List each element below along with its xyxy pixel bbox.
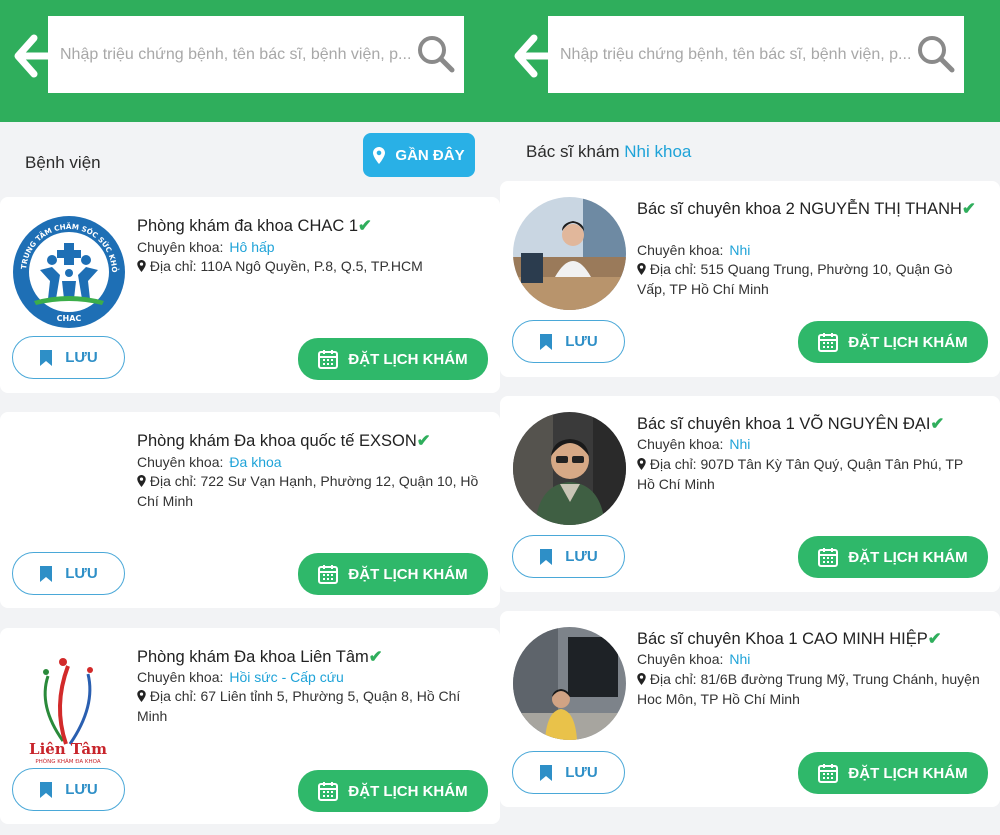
search-input[interactable]: [60, 38, 410, 72]
hospital-card[interactable]: Phòng khám Đa khoa quốc tế EXSON✔ Chuyên…: [0, 412, 500, 608]
save-button[interactable]: LƯU: [12, 552, 125, 595]
top-bar: [0, 0, 500, 122]
specialty-row: Chuyên khoa: Nhi: [637, 436, 751, 452]
verified-check-icon: ✔: [368, 648, 383, 666]
bookmark-icon: [540, 548, 553, 565]
specialty-row: Chuyên khoa: Hồi sức - Cấp cứu: [137, 669, 344, 685]
back-arrow-icon[interactable]: [10, 32, 52, 80]
specialty-row: Chuyên khoa: Nhi: [637, 651, 751, 667]
bookmark-icon: [40, 349, 53, 366]
svg-text:CHAC: CHAC: [57, 314, 82, 323]
verified-check-icon: ✔: [961, 200, 976, 218]
verified-check-icon: ✔: [930, 415, 945, 433]
hospital-card[interactable]: TRUNG TÂM CHĂM SÓC SỨC KHỎE CỘNG ĐỒNG CH…: [0, 197, 500, 393]
doctor-name: Bác sĩ chuyên khoa 1 VÕ NGUYÊN ĐẠI✔: [637, 415, 945, 433]
specialty-row: Chuyên khoa: Đa khoa: [137, 454, 282, 470]
doctor-avatar: [513, 412, 626, 525]
chac-logo: TRUNG TÂM CHĂM SÓC SỨC KHỎE CỘNG ĐỒNG CH…: [12, 215, 125, 328]
svg-text:Liên Tâm: Liên Tâm: [29, 740, 107, 758]
nearby-button-label: GẦN ĐÂY: [395, 146, 465, 164]
section-title: Bác sĩ khám Nhi khoa: [526, 142, 692, 161]
save-button[interactable]: LƯU: [12, 336, 125, 379]
book-appointment-button[interactable]: ĐẶT LỊCH KHÁM: [298, 770, 488, 812]
book-appointment-button[interactable]: ĐẶT LỊCH KHÁM: [298, 553, 488, 595]
back-arrow-icon[interactable]: [510, 32, 552, 80]
book-appointment-button[interactable]: ĐẶT LỊCH KHÁM: [298, 338, 488, 380]
calendar-icon: [318, 782, 339, 801]
nearby-button[interactable]: GẦN ĐÂY: [363, 133, 475, 177]
doctor-avatar: [513, 197, 626, 310]
address-row: Địa chỉ: 110A Ngô Quyền, P.8, Q.5, TP.HC…: [137, 256, 482, 276]
calendar-icon: [318, 565, 339, 584]
search-icon[interactable]: [416, 34, 456, 74]
location-pin-icon: [137, 690, 146, 702]
doctor-list-screen: Bác sĩ khám Nhi khoa Bác sĩ chuyên khoa …: [500, 0, 1000, 835]
hospital-list-screen: Bệnh viện GẦN ĐÂY TRUNG TÂM CHĂM SÓC SỨC…: [0, 0, 500, 835]
search-bar: [48, 16, 464, 93]
search-input[interactable]: [560, 38, 910, 72]
bookmark-icon: [540, 333, 553, 350]
search-bar: [548, 16, 964, 93]
location-pin-icon: [637, 263, 646, 275]
doctor-avatar: [513, 627, 626, 740]
save-button[interactable]: LƯU: [512, 751, 625, 794]
location-pin-icon: [373, 146, 386, 164]
address-row: Địa chỉ: 722 Sư Vạn Hạnh, Phường 12, Quậ…: [137, 473, 479, 509]
verified-check-icon: ✔: [358, 217, 372, 235]
save-button[interactable]: LƯU: [12, 768, 125, 811]
location-pin-icon: [137, 475, 146, 487]
doctor-card[interactable]: Bác sĩ chuyên Khoa 1 CAO MINH HIỆP✔ Chuy…: [500, 611, 1000, 807]
save-button[interactable]: LƯU: [512, 320, 625, 363]
location-pin-icon: [637, 673, 646, 685]
doctor-name: Bác sĩ chuyên Khoa 1 CAO MINH HIỆP✔: [637, 630, 942, 648]
hospital-name: Phòng khám đa khoa CHAC 1✔: [137, 217, 372, 235]
verified-check-icon: ✔: [416, 432, 431, 450]
book-appointment-button[interactable]: ĐẶT LỊCH KHÁM: [798, 752, 988, 794]
calendar-icon: [818, 333, 839, 352]
hospital-name: Phòng khám Đa khoa Liên Tâm✔: [137, 648, 383, 666]
bookmark-icon: [40, 565, 53, 582]
book-appointment-button[interactable]: ĐẶT LỊCH KHÁM: [798, 536, 988, 578]
specialty-row: Chuyên khoa: Nhi: [637, 242, 751, 258]
hospital-name: Phòng khám Đa khoa quốc tế EXSON✔: [137, 432, 431, 450]
doctor-name: Bác sĩ chuyên khoa 2 NGUYỄN THỊ THANH✔: [637, 200, 976, 218]
address-row: Địa chỉ: 81/6B đường Trung Mỹ, Trung Chá…: [637, 671, 980, 707]
save-button[interactable]: LƯU: [512, 535, 625, 578]
section-title: Bệnh viện: [25, 153, 101, 172]
section-specialty[interactable]: Nhi khoa: [624, 142, 691, 161]
search-icon[interactable]: [916, 34, 956, 74]
location-pin-icon: [637, 458, 646, 470]
calendar-icon: [818, 548, 839, 567]
bookmark-icon: [540, 764, 553, 781]
svg-text:PHÒNG KHÁM ĐA KHOA: PHÒNG KHÁM ĐA KHOA: [35, 758, 101, 765]
address-row: Địa chỉ: 67 Liên tỉnh 5, Phường 5, Quận …: [137, 688, 461, 724]
calendar-icon: [318, 350, 339, 369]
address-row: Địa chỉ: 907D Tân Kỳ Tân Quý, Quận Tân P…: [637, 456, 964, 492]
doctor-card[interactable]: Bác sĩ chuyên khoa 1 VÕ NGUYÊN ĐẠI✔ Chuy…: [500, 396, 1000, 592]
location-pin-icon: [137, 260, 146, 272]
top-bar: [500, 0, 1000, 122]
bookmark-icon: [40, 781, 53, 798]
specialty-row: Chuyên khoa: Hô hấp: [137, 239, 275, 255]
address-row: Địa chỉ: 515 Quang Trung, Phường 10, Quậ…: [637, 261, 953, 297]
calendar-icon: [818, 764, 839, 783]
book-appointment-button[interactable]: ĐẶT LỊCH KHÁM: [798, 321, 988, 363]
verified-check-icon: ✔: [927, 630, 942, 648]
lien-tam-logo: Liên Tâm PHÒNG KHÁM ĐA KHOA: [29, 658, 107, 765]
hospital-card[interactable]: Liên Tâm PHÒNG KHÁM ĐA KHOA Phòng khám Đ…: [0, 628, 500, 824]
doctor-card[interactable]: Bác sĩ chuyên khoa 2 NGUYỄN THỊ THANH✔ C…: [500, 181, 1000, 377]
